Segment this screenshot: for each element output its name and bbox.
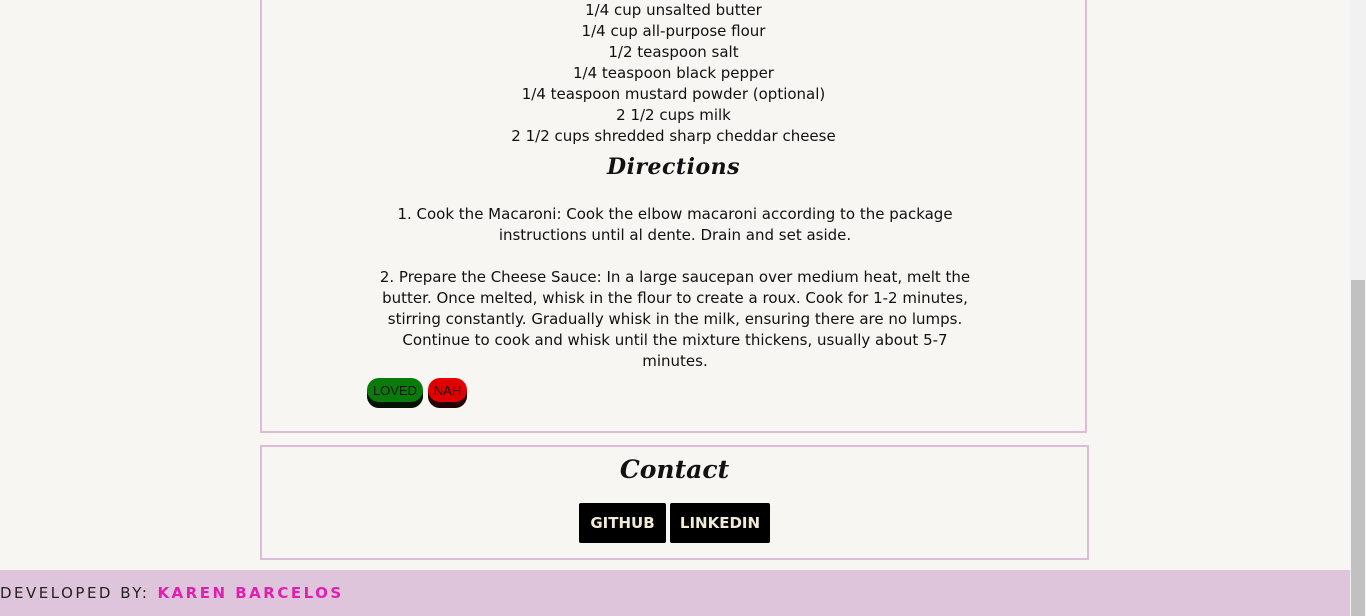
footer: DEVELOPED BY: KAREN BARCELOS	[0, 570, 1350, 616]
footer-prefix: DEVELOPED BY:	[0, 584, 150, 602]
linkedin-button[interactable]: LINKEDIN	[670, 503, 770, 543]
directions-heading: Directions	[607, 154, 740, 180]
github-button[interactable]: GITHUB	[579, 503, 666, 543]
ingredient-item: 2 1/2 cups shredded sharp cheddar cheese	[511, 127, 836, 145]
contact-heading: Contact	[619, 455, 730, 484]
contact-card: Contact GITHUB LINKEDIN	[260, 445, 1089, 560]
footer-author-link[interactable]: KAREN BARCELOS	[157, 584, 343, 602]
loved-button[interactable]: LOVED	[367, 378, 423, 408]
scrollbar-thumb[interactable]	[1351, 280, 1365, 616]
ingredient-item: 2 1/2 cups milk	[616, 106, 731, 124]
ingredient-item: 1/4 cup unsalted butter	[585, 1, 762, 19]
vertical-scrollbar[interactable]	[1350, 0, 1366, 616]
direction-step: 1. Cook the Macaroni: Cook the elbow mac…	[397, 205, 953, 244]
ingredient-list: 1/4 cup unsalted butter 1/4 cup all-purp…	[262, 0, 1085, 147]
ingredient-item: 1/2 teaspoon salt	[608, 43, 739, 61]
nah-button[interactable]: NAH	[428, 378, 467, 408]
page: 1/4 cup unsalted butter 1/4 cup all-purp…	[0, 0, 1350, 616]
ingredient-item: 1/4 teaspoon mustard powder (optional)	[521, 85, 826, 103]
ingredient-item: 1/4 teaspoon black pepper	[573, 64, 774, 82]
ingredient-item: 1/4 cup all-purpose flour	[581, 22, 766, 40]
recipe-card: 1/4 cup unsalted butter 1/4 cup all-purp…	[260, 0, 1087, 433]
direction-step: 2. Prepare the Cheese Sauce: In a large …	[379, 268, 971, 370]
